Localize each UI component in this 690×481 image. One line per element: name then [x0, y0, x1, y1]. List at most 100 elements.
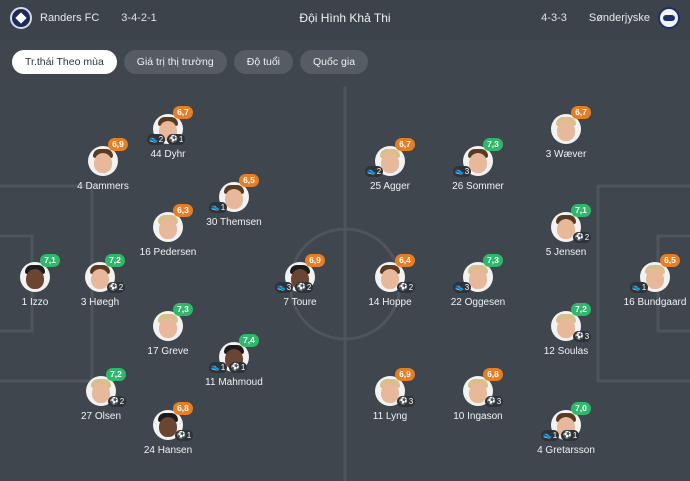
rating-badge: 6,7 [173, 106, 193, 119]
player-card[interactable]: 7,3 👟 3 22 Oggesen [433, 254, 523, 308]
assists-stat: 👟 1 [541, 430, 560, 441]
player-name: 44 Dyhr [150, 149, 186, 160]
rating-badge: 7,1 [571, 204, 591, 217]
rating-badge: 7,2 [106, 368, 126, 381]
assists-stat: 👟 1 [209, 362, 228, 373]
boot-icon: 👟 [455, 284, 464, 291]
goals-stat: ⚽ 3 [485, 396, 504, 407]
player-name: 25 Agger [369, 181, 411, 192]
ball-icon: ⚽ [487, 398, 496, 405]
goals-stat: ⚽ 1 [175, 430, 194, 441]
player-card[interactable]: 7,4 👟 1 ⚽ 1 11 Mahmoud [189, 334, 279, 388]
ball-icon: ⚽ [177, 432, 186, 439]
player-photo: 7,3 👟 3 [453, 254, 503, 293]
player-card[interactable]: 6,7 👟 2 25 Agger [345, 138, 435, 192]
boot-icon: 👟 [211, 364, 220, 371]
goals-stat: ⚽ 2 [108, 396, 127, 407]
boot-icon: 👟 [277, 284, 286, 291]
assists-stat: 👟 1 [209, 202, 228, 213]
boot-icon: 👟 [367, 168, 376, 175]
player-card[interactable]: 6,8 ⚽ 1 24 Hansen [123, 402, 213, 456]
player-card[interactable]: 7,0 👟 1 ⚽ 1 4 Gretarsson [521, 402, 611, 456]
rating-badge: 7,2 [571, 303, 591, 316]
player-photo: 6,9 [88, 138, 128, 176]
lineup-app: Randers FC 3-4-2-1 Đội Hình Khả Thi 4-3-… [0, 0, 690, 481]
player-name: 16 Pedersen [139, 247, 197, 258]
player-photo: 6,5 👟 1 [209, 174, 259, 213]
player-name: 30 Themsen [206, 217, 262, 228]
player-card[interactable]: 6,5 👟 1 30 Themsen [189, 174, 279, 228]
away-formation: 4-3-3 [541, 12, 567, 24]
rating-badge: 6,8 [173, 402, 193, 415]
player-card[interactable]: 6,7 3 Wæver [521, 106, 611, 160]
player-photo: 7,0 👟 1 ⚽ 1 [541, 402, 591, 441]
rating-badge: 6,4 [395, 254, 415, 267]
assists-stat: 👟 1 [630, 282, 649, 293]
sonderjyske-crest-icon [658, 7, 680, 29]
player-name: 22 Oggesen [450, 297, 506, 308]
player-name: 12 Soulas [543, 346, 589, 357]
player-card[interactable]: 6,5 👟 1 16 Bundgaard [610, 254, 690, 308]
assists-stat: 👟 3 [275, 282, 294, 293]
player-name: 11 Lyng [372, 411, 408, 422]
goals-stat: ⚽ 2 [397, 282, 416, 293]
goals-stat: ⚽ 1 [229, 362, 248, 373]
player-card[interactable]: 6,8 ⚽ 3 10 Ingason [433, 368, 523, 422]
player-photo: 6,8 ⚽ 3 [463, 368, 504, 407]
player-card[interactable]: 6,9 👟 3 ⚽ 2 7 Toure [255, 254, 345, 308]
goals-stat: ⚽ 2 [573, 232, 592, 243]
boot-icon: 👟 [211, 204, 220, 211]
player-name: 3 Wæver [545, 149, 587, 160]
away-team-name: Sønderjyske [588, 12, 650, 24]
tab-nationality[interactable]: Quốc gia [300, 50, 369, 74]
ball-icon: ⚽ [110, 398, 119, 405]
player-photo: 6,7 [551, 106, 591, 144]
player-name: 3 Høegh [80, 297, 120, 308]
player-card[interactable]: 7,2 ⚽ 2 3 Høegh [55, 254, 145, 308]
rating-badge: 7,3 [173, 303, 193, 316]
assists-stat: 👟 3 [453, 166, 472, 177]
tab-market-value[interactable]: Giá trị thị trường [123, 50, 227, 74]
goals-stat: ⚽ 2 [295, 282, 314, 293]
player-photo: 6,8 ⚽ 1 [153, 402, 194, 441]
tab-age[interactable]: Độ tuổi [233, 50, 294, 74]
ball-icon: ⚽ [169, 136, 178, 143]
ball-icon: ⚽ [399, 398, 408, 405]
player-name: 14 Hoppe [368, 297, 412, 308]
goals-stat: ⚽ 1 [167, 134, 186, 145]
goals-stat: ⚽ 3 [397, 396, 416, 407]
view-tabs: Tr.thái Theo mùa Giá trị thị trường Độ t… [12, 50, 369, 74]
player-name: 4 Dammers [77, 181, 129, 192]
player-photo: 7,1 [20, 254, 60, 292]
player-card[interactable]: 7,1 ⚽ 2 5 Jensen [521, 204, 611, 258]
player-name: 5 Jensen [545, 247, 587, 258]
rating-badge: 6,8 [483, 368, 503, 381]
player-photo: 7,3 👟 3 [453, 138, 503, 177]
rating-badge: 6,9 [395, 368, 415, 381]
player-card[interactable]: 6,4 ⚽ 2 14 Hoppe [345, 254, 435, 308]
rating-badge: 7,2 [105, 254, 125, 267]
player-card[interactable]: 6,7 👟 2 ⚽ 1 44 Dyhr [123, 106, 213, 160]
player-photo: 6,7 👟 2 [365, 138, 415, 177]
goals-stat: ⚽ 3 [573, 331, 592, 342]
away-team[interactable]: 4-3-3 Sønderjyske [541, 7, 680, 29]
ball-icon: ⚽ [575, 234, 584, 241]
tab-season-status[interactable]: Tr.thái Theo mùa [12, 50, 117, 74]
player-card[interactable]: 7,3 👟 3 26 Sommer [433, 138, 523, 192]
player-card[interactable]: 7,2 ⚽ 3 12 Soulas [521, 303, 611, 357]
player-photo: 6,9 👟 3 ⚽ 2 [275, 254, 325, 293]
boot-icon: 👟 [632, 284, 641, 291]
pitch: 7,1 1 Izzo 7,2 ⚽ 2 3 Høegh 6,9 4 Dammers … [0, 86, 690, 481]
assists-stat: 👟 3 [453, 282, 472, 293]
boot-icon: 👟 [149, 136, 158, 143]
assists-stat: 👟 2 [147, 134, 166, 145]
match-header: Randers FC 3-4-2-1 Đội Hình Khả Thi 4-3-… [0, 0, 690, 40]
assists-stat: 👟 2 [365, 166, 384, 177]
goals-stat: ⚽ 2 [107, 282, 126, 293]
ball-icon: ⚽ [109, 284, 118, 291]
player-card[interactable]: 6,9 ⚽ 3 11 Lyng [345, 368, 435, 422]
rating-badge: 7,0 [571, 402, 591, 415]
player-name: 4 Gretarsson [537, 445, 595, 456]
rating-badge: 6,7 [395, 138, 415, 151]
player-name: 11 Mahmoud [205, 377, 263, 388]
